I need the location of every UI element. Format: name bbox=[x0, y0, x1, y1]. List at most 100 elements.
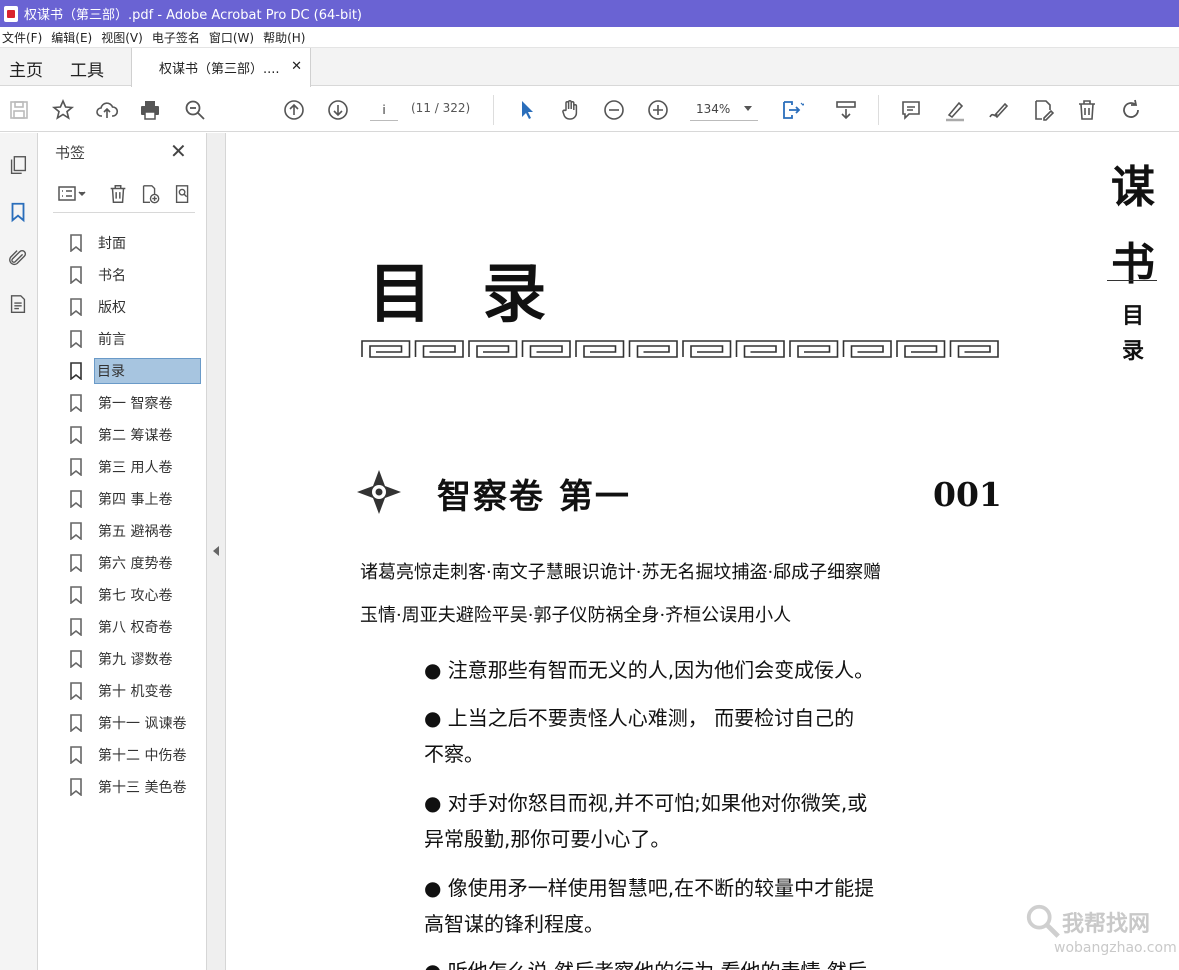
quote-line: 异常殷勤,那你可要小心了。 bbox=[424, 827, 671, 851]
page-heading: 目 录 bbox=[368, 257, 561, 332]
scroll-mode-icon[interactable] bbox=[833, 97, 859, 123]
bookmark-label: 第十二 中伤卷 bbox=[98, 748, 187, 764]
chapter-page-number: 001 bbox=[933, 475, 1002, 514]
menu-esign[interactable]: 电子签名 bbox=[150, 29, 207, 46]
select-cursor-icon[interactable] bbox=[514, 97, 540, 123]
menu-edit[interactable]: 编辑(E) bbox=[49, 29, 99, 46]
menu-help[interactable]: 帮助(H) bbox=[261, 29, 312, 46]
page-count: (11 / 322) bbox=[411, 101, 471, 115]
bookmark-search-icon[interactable] bbox=[170, 181, 196, 207]
bookmark-item[interactable]: 第十三 美色卷 bbox=[69, 771, 205, 803]
bookmark-item[interactable]: 第十二 中伤卷 bbox=[69, 739, 205, 771]
zoom-in-icon[interactable] bbox=[645, 97, 671, 123]
star-icon[interactable] bbox=[50, 97, 76, 123]
bookmark-item[interactable]: 封面 bbox=[69, 227, 205, 259]
bookmark-item[interactable]: 第四 事上卷 bbox=[69, 483, 205, 515]
bookmark-label: 第二 筹谋卷 bbox=[98, 428, 173, 444]
collapse-arrow-icon bbox=[213, 546, 219, 556]
save-icon[interactable] bbox=[6, 97, 32, 123]
bookmark-label: 第九 谬数卷 bbox=[98, 652, 173, 668]
bookmark-icon bbox=[70, 458, 82, 476]
site-watermark: 我帮找网 wobangzhao.com bbox=[1024, 900, 1179, 965]
page-number-input[interactable] bbox=[370, 99, 398, 121]
toolbar-divider bbox=[493, 95, 494, 125]
bookmark-item[interactable]: 第九 谬数卷 bbox=[69, 643, 205, 675]
hand-tool-icon[interactable] bbox=[557, 97, 583, 123]
bookmark-label: 第一 智察卷 bbox=[98, 396, 173, 412]
menu-file[interactable]: 文件(F) bbox=[0, 29, 49, 46]
bookmark-panel-icon[interactable] bbox=[6, 200, 30, 224]
zoom-level-dropdown[interactable]: 134% bbox=[690, 99, 758, 121]
chevron-down-icon bbox=[744, 106, 752, 111]
document-view[interactable]: 目 录 智察卷 第一 001 诸葛亮惊走刺客·南文子慧眼识诡计·苏无名掘坟捕盗·… bbox=[227, 133, 1179, 970]
bookmark-label: 第六 度势卷 bbox=[98, 556, 173, 572]
side-title-rule bbox=[1107, 280, 1157, 281]
zoom-search-icon[interactable] bbox=[182, 97, 208, 123]
zoom-level-value: 134% bbox=[696, 102, 731, 116]
bookmark-item[interactable]: 第二 筹谋卷 bbox=[69, 419, 205, 451]
bookmark-icon bbox=[70, 682, 82, 700]
bookmark-item[interactable]: 前言 bbox=[69, 323, 205, 355]
tab-tools[interactable]: 工具 bbox=[70, 56, 104, 81]
menu-view[interactable]: 视图(V) bbox=[99, 29, 150, 46]
watermark-text: 我帮找网 bbox=[1062, 912, 1151, 937]
sign-pen-icon[interactable] bbox=[986, 97, 1012, 123]
bookmark-label: 封面 bbox=[98, 236, 126, 252]
quote-line: ● 像使用矛一样使用智慧吧,在不断的较量中才能提 bbox=[424, 876, 875, 900]
page-thumbnails-icon[interactable] bbox=[6, 153, 30, 177]
highlight-icon[interactable] bbox=[942, 97, 968, 123]
bookmark-item[interactable]: 第六 度势卷 bbox=[69, 547, 205, 579]
bookmark-label: 第十三 美色卷 bbox=[98, 780, 187, 796]
zoom-out-icon[interactable] bbox=[601, 97, 627, 123]
bookmark-options-icon[interactable] bbox=[53, 181, 91, 207]
rotate-icon[interactable] bbox=[1118, 97, 1144, 123]
bookmark-icon bbox=[70, 586, 82, 604]
bookmark-icon bbox=[70, 618, 82, 636]
bookmark-item[interactable]: 书名 bbox=[69, 259, 205, 291]
attachment-icon[interactable] bbox=[6, 246, 30, 270]
bookmark-item[interactable]: 第八 权奇卷 bbox=[69, 611, 205, 643]
bookmark-icon bbox=[70, 330, 82, 348]
previous-page-icon[interactable] bbox=[281, 97, 307, 123]
side-subtitle-char: 录 bbox=[1122, 338, 1145, 364]
bookmark-label: 第四 事上卷 bbox=[98, 492, 173, 508]
bookmark-label: 版权 bbox=[98, 300, 126, 316]
document-properties-icon[interactable] bbox=[6, 292, 30, 316]
close-panel-icon[interactable]: ✕ bbox=[170, 139, 187, 163]
print-icon[interactable] bbox=[137, 97, 163, 123]
quote-line: ● 听他怎么说,然后考察他的行为,看他的表情,然后 bbox=[424, 953, 867, 970]
navigation-rail bbox=[0, 133, 38, 970]
bookmark-item[interactable]: 第五 避祸卷 bbox=[69, 515, 205, 547]
bookmark-item[interactable]: 第三 用人卷 bbox=[69, 451, 205, 483]
bookmark-icon bbox=[70, 490, 82, 508]
bookmark-item[interactable]: 目录 bbox=[69, 355, 205, 387]
bookmark-item[interactable]: 第十 机变卷 bbox=[69, 675, 205, 707]
bookmark-item[interactable]: 第七 攻心卷 bbox=[69, 579, 205, 611]
next-page-icon[interactable] bbox=[325, 97, 351, 123]
close-tab-icon[interactable]: ✕ bbox=[291, 59, 302, 74]
chapter-ornament-icon bbox=[357, 470, 401, 514]
cloud-upload-icon[interactable] bbox=[94, 97, 120, 123]
trash-icon[interactable] bbox=[1074, 97, 1100, 123]
bookmark-item[interactable]: 版权 bbox=[69, 291, 205, 323]
comment-icon[interactable] bbox=[898, 97, 924, 123]
fit-page-icon[interactable] bbox=[779, 97, 805, 123]
quote-line: ● 注意那些有智而无义的人,因为他们会变成佞人。 bbox=[424, 658, 875, 682]
delete-bookmark-icon[interactable] bbox=[105, 181, 131, 207]
side-subtitle-char: 目 bbox=[1122, 303, 1145, 329]
new-bookmark-icon[interactable] bbox=[137, 181, 163, 207]
side-title-char: 书 bbox=[1111, 239, 1155, 290]
bookmark-item[interactable]: 第一 智察卷 bbox=[69, 387, 205, 419]
bookmark-icon bbox=[70, 522, 82, 540]
bookmark-icon bbox=[70, 362, 82, 380]
bookmarks-panel-title: 书签 bbox=[55, 144, 86, 162]
magnifier-logo-icon bbox=[1026, 904, 1060, 938]
panel-collapse-handle[interactable] bbox=[207, 133, 226, 970]
edit-pdf-icon[interactable] bbox=[1030, 97, 1056, 123]
watermark-url: wobangzhao.com bbox=[1054, 940, 1177, 956]
tab-home[interactable]: 主页 bbox=[9, 56, 43, 81]
quote-line: ● 对手对你怒目而视,并不可怕;如果他对你微笑,或 bbox=[424, 791, 868, 815]
tab-document[interactable]: 权谋书（第三部）.... ✕ bbox=[131, 48, 311, 87]
bookmark-item[interactable]: 第十一 讽谏卷 bbox=[69, 707, 205, 739]
menu-window[interactable]: 窗口(W) bbox=[207, 29, 261, 46]
